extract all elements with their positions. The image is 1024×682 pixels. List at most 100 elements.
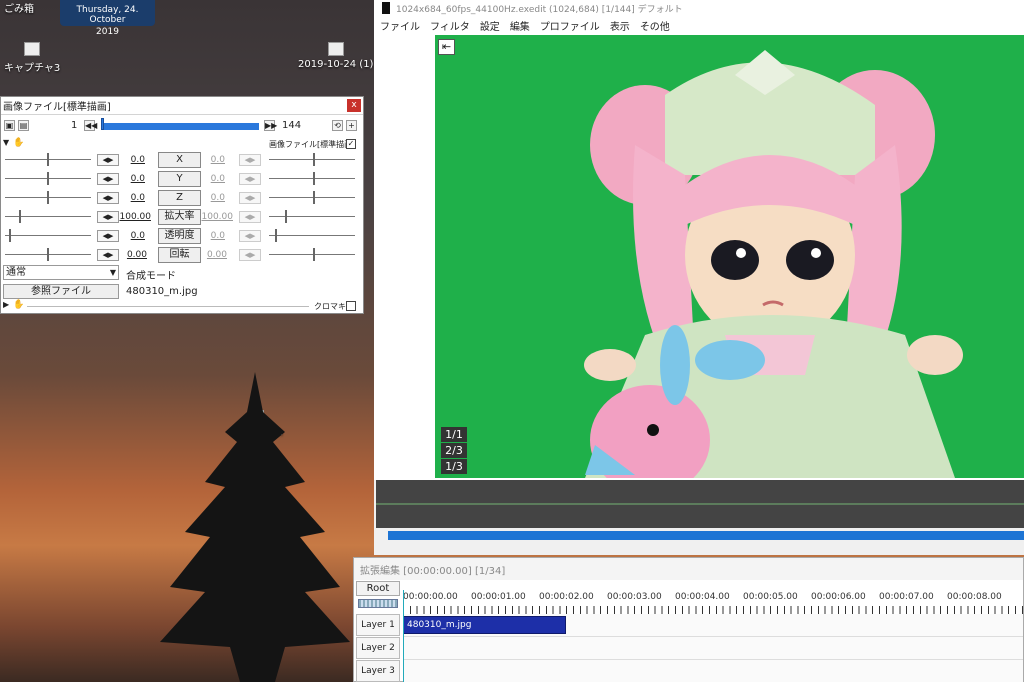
end-stepper[interactable]: ◀▶ <box>239 249 261 261</box>
start-stepper[interactable]: ◀▶ <box>97 211 119 223</box>
end-stepper[interactable]: ◀▶ <box>239 211 261 223</box>
close-button[interactable]: x <box>347 99 361 112</box>
end-knob[interactable] <box>285 210 287 223</box>
layer-track-2[interactable] <box>403 637 1023 660</box>
start-value[interactable]: 0.0 <box>111 231 145 241</box>
seek-bar[interactable] <box>388 531 1024 540</box>
layer-header-3[interactable]: Layer 3 <box>356 660 400 682</box>
doll-photo <box>584 50 963 478</box>
preview-timebar-line <box>376 503 1024 505</box>
end-track[interactable] <box>269 178 355 179</box>
collapse-icon[interactable]: ▼ <box>3 138 9 147</box>
recycle-bin-shortcut[interactable]: ごみ箱 <box>4 0 34 15</box>
capture-shortcut[interactable]: キャプチャ3 <box>4 42 60 74</box>
ruler-ticks <box>403 606 1023 614</box>
capture-shortcut-label: キャプチャ3 <box>4 63 61 74</box>
end-knob[interactable] <box>313 191 315 204</box>
chroma-key-checkbox[interactable] <box>346 301 356 311</box>
recycle-bin-label: ごみ箱 <box>4 4 34 15</box>
prev-frame-button[interactable]: ◀◀ <box>84 120 97 131</box>
param-row-z: ◀▶ 0.0 Z 0.0 ◀▶ <box>1 189 365 208</box>
zoom-bar[interactable] <box>358 599 398 608</box>
time-ruler[interactable]: 00:00:00.00 00:00:01.00 00:00:02.00 00:0… <box>403 590 1023 614</box>
frame-slider-thumb[interactable] <box>101 118 104 130</box>
ruler-label: 00:00:08.00 <box>947 592 1002 602</box>
ruler-label: 00:00:05.00 <box>743 592 798 602</box>
start-value[interactable]: 0.0 <box>111 193 145 203</box>
start-knob[interactable] <box>47 172 49 185</box>
end-value[interactable]: 0.0 <box>191 231 225 241</box>
start-knob[interactable] <box>47 191 49 204</box>
drag-hand-icon[interactable]: ✋ <box>13 300 24 310</box>
start-track[interactable] <box>5 216 91 217</box>
layer-track-3[interactable] <box>403 660 1023 682</box>
next-frame-button[interactable]: ▶▶ <box>264 120 277 131</box>
menu-edit[interactable]: 編集 <box>510 18 530 33</box>
end-knob[interactable] <box>313 172 315 185</box>
object-header-row: ▼ ✋ 画像ファイル[標準描画] ✓ <box>1 138 365 152</box>
layer-track-1[interactable]: 480310_m.jpg <box>403 614 1023 637</box>
end-stepper[interactable]: ◀▶ <box>239 173 261 185</box>
end-knob[interactable] <box>313 248 315 261</box>
app-icon <box>382 2 390 14</box>
end-track[interactable] <box>269 216 355 217</box>
menu-file[interactable]: ファイル <box>380 18 420 33</box>
end-track[interactable] <box>269 235 355 236</box>
expand-icon[interactable]: ▶ <box>3 300 9 309</box>
blend-mode-select[interactable]: 通常 ▼ <box>3 265 119 280</box>
settings-icon[interactable]: ⟲ <box>332 120 343 131</box>
end-track[interactable] <box>269 254 355 255</box>
main-title: 1024x684_60fps_44100Hz.exedit (1024,684)… <box>396 4 683 15</box>
screenshot-file[interactable]: 2019-10-24 (1) <box>298 42 373 70</box>
image-file-icon <box>327 42 344 56</box>
start-track[interactable] <box>5 235 91 236</box>
menu-settings[interactable]: 設定 <box>480 18 500 33</box>
start-knob[interactable] <box>47 153 49 166</box>
end-value[interactable]: 0.0 <box>191 193 225 203</box>
end-knob[interactable] <box>313 153 315 166</box>
start-value[interactable]: 100.00 <box>117 212 152 222</box>
start-value[interactable]: 0.00 <box>113 250 147 260</box>
start-knob[interactable] <box>9 229 11 242</box>
start-value[interactable]: 0.0 <box>111 155 145 165</box>
end-stepper[interactable]: ◀▶ <box>239 192 261 204</box>
dialog-titlebar[interactable]: 画像ファイル[標準描画] <box>1 97 363 115</box>
menu-view[interactable]: 表示 <box>610 18 630 33</box>
timeline-titlebar[interactable]: 拡張編集 [00:00:00.00] [1/34] <box>354 558 1023 580</box>
frame-start: 1 <box>71 120 78 131</box>
end-value[interactable]: 0.00 <box>193 250 227 260</box>
start-knob[interactable] <box>47 248 49 261</box>
home-button[interactable]: ⇤ <box>438 39 455 55</box>
main-titlebar[interactable]: 1024x684_60fps_44100Hz.exedit (1024,684)… <box>374 0 1024 16</box>
end-value[interactable]: 0.0 <box>191 155 225 165</box>
end-track[interactable] <box>269 159 355 160</box>
timeline-clip[interactable]: 480310_m.jpg <box>403 616 566 634</box>
menu-profile[interactable]: プロファイル <box>540 18 600 33</box>
image-icon[interactable]: ▣ <box>4 120 15 131</box>
end-track[interactable] <box>269 197 355 198</box>
drag-hand-icon[interactable]: ✋ <box>13 138 24 148</box>
object-enable-checkbox[interactable]: ✓ <box>346 139 356 149</box>
start-knob[interactable] <box>19 210 21 223</box>
param-button-scale[interactable]: 拡大率 <box>158 209 201 225</box>
playhead-line[interactable] <box>403 590 404 682</box>
end-knob[interactable] <box>275 229 277 242</box>
frame-slider[interactable] <box>101 123 259 130</box>
menu-filter[interactable]: フィルタ <box>430 18 470 33</box>
fraction-label-3: 1/3 <box>441 459 467 474</box>
menu-other[interactable]: その他 <box>640 18 670 33</box>
root-button[interactable]: Root <box>356 581 400 596</box>
start-value[interactable]: 0.0 <box>111 174 145 184</box>
end-stepper[interactable]: ◀▶ <box>239 230 261 242</box>
preview-canvas[interactable] <box>435 35 1024 478</box>
end-value[interactable]: 100.00 <box>199 212 234 222</box>
screenshot-file-label: 2019-10-24 (1) <box>298 59 374 70</box>
add-filter-button[interactable]: + <box>346 120 357 131</box>
copy-icon[interactable]: ▤ <box>18 120 29 131</box>
layer-header-2[interactable]: Layer 2 <box>356 637 400 659</box>
reference-file-button[interactable]: 参照ファイル <box>3 284 119 299</box>
end-value[interactable]: 0.0 <box>191 174 225 184</box>
layer-header-1[interactable]: Layer 1 <box>356 614 400 636</box>
end-stepper[interactable]: ◀▶ <box>239 154 261 166</box>
capture-icon <box>24 42 41 56</box>
